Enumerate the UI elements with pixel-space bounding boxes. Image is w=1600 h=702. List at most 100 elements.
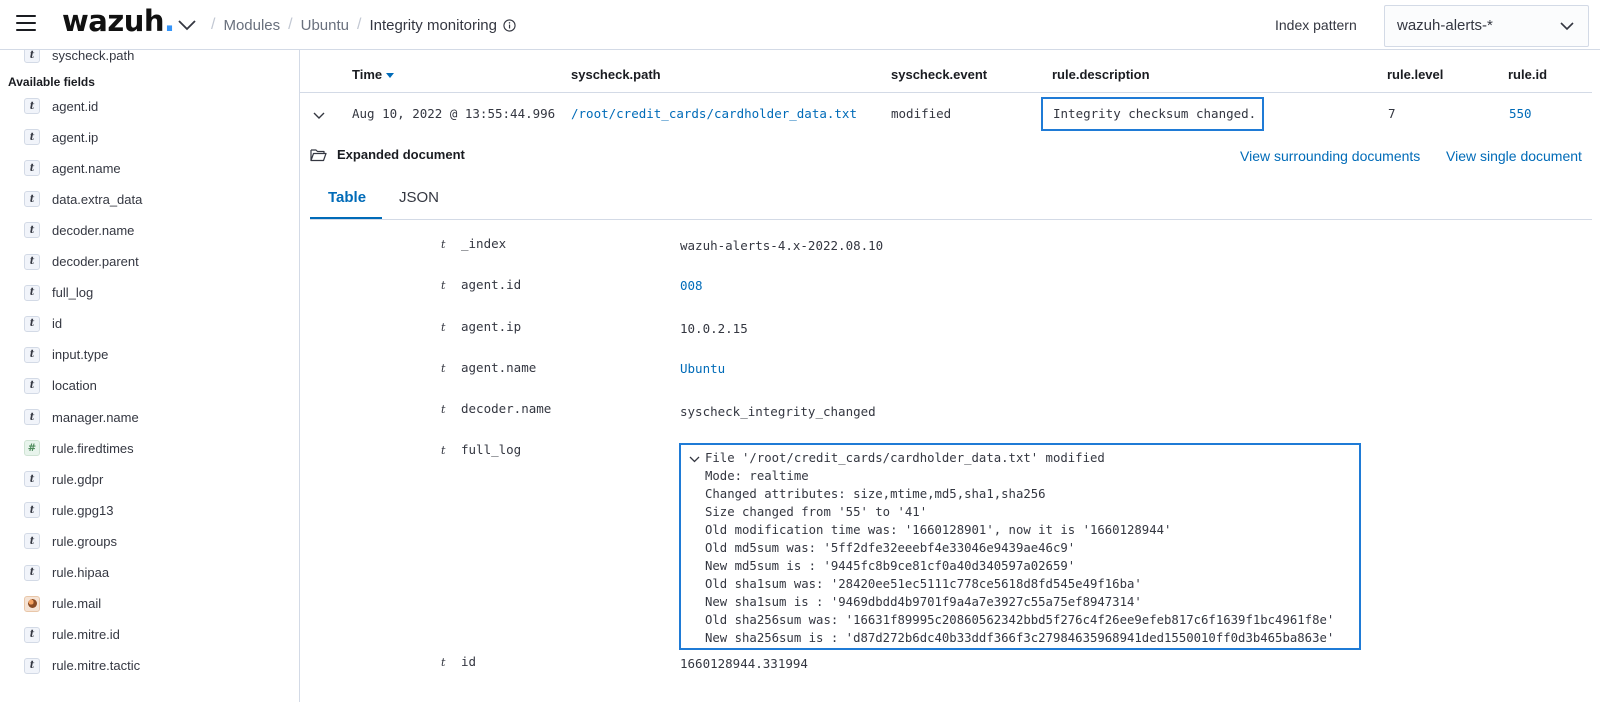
full-log-lines: File '/root/credit_cards/cardholder_data… <box>687 449 1359 647</box>
field-item[interactable]: t agent.name <box>24 157 121 179</box>
breadcrumb-modules[interactable]: Modules <box>223 17 280 34</box>
field-item[interactable]: t decoder.parent <box>24 251 139 273</box>
index-pattern-label: Index pattern <box>1275 17 1357 33</box>
column-header-rule-id[interactable]: rule.id <box>1508 67 1547 82</box>
field-item[interactable]: t data.extra_data <box>24 188 142 210</box>
full-log-line: Size changed from '55' to '41' <box>705 505 928 519</box>
cell-syscheck-path[interactable]: /root/credit_cards/cardholder_data.txt <box>571 106 857 121</box>
field-item[interactable]: t rule.gdpr <box>24 468 103 490</box>
field-name: location <box>52 378 97 394</box>
field-item[interactable]: t id <box>24 313 62 335</box>
doc-field-value: 10.0.2.15 <box>680 321 748 336</box>
doc-field-value: 1660128944.331994 <box>680 656 808 671</box>
tab-json[interactable]: JSON <box>399 189 439 206</box>
tab-table[interactable]: Table <box>328 189 366 206</box>
view-surrounding-documents-link[interactable]: View surrounding documents <box>1240 148 1420 164</box>
field-item[interactable]: t decoder.name <box>24 219 134 241</box>
column-header-rule-description[interactable]: rule.description <box>1052 67 1150 82</box>
string-type-icon: t <box>441 321 446 334</box>
chevron-down-icon[interactable] <box>176 14 198 36</box>
column-header-syscheck-path[interactable]: syscheck.path <box>571 67 661 82</box>
doc-field-value-link[interactable]: Ubuntu <box>680 361 725 376</box>
wazuh-logo[interactable]: wazuh. <box>62 4 175 38</box>
doc-field-value: syscheck_integrity_changed <box>680 404 876 419</box>
cell-time: Aug 10, 2022 @ 13:55:44.996 <box>352 106 556 121</box>
folder-open-icon <box>310 148 327 161</box>
field-item[interactable]: t agent.id <box>24 95 98 117</box>
field-item[interactable]: t full_log <box>24 282 93 304</box>
chevron-down-icon[interactable] <box>689 454 700 465</box>
field-name: rule.gpg13 <box>52 502 114 518</box>
document-tabs: Table JSON <box>310 174 1592 220</box>
view-single-document-link[interactable]: View single document <box>1446 148 1582 164</box>
full-log-line: Changed attributes: size,mtime,md5,sha1,… <box>705 487 1046 501</box>
string-type-icon: t <box>441 362 446 375</box>
full-log-line: New sha1sum is : '9469dbdd4b9701f9a4a7e3… <box>705 595 1142 609</box>
full-log-line: File '/root/credit_cards/cardholder_data… <box>705 451 1105 465</box>
string-type-icon: t <box>24 191 40 208</box>
doc-field-key: _index <box>461 236 507 251</box>
field-item[interactable]: t rule.groups <box>24 530 117 552</box>
doc-field-key: id <box>461 654 477 669</box>
string-type-icon: t <box>24 284 40 301</box>
string-type-icon: t <box>24 129 40 146</box>
field-item[interactable]: t manager.name <box>24 406 139 428</box>
expanded-document-header: Expanded document <box>310 147 465 162</box>
field-name: rule.hipaa <box>52 565 110 580</box>
doc-field-value: wazuh-alerts-4.x-2022.08.10 <box>680 238 884 253</box>
field-name: input.type <box>52 347 109 363</box>
doc-field-key: full_log <box>461 442 522 457</box>
field-sidebar: t syscheck.path Available fields t agent.… <box>0 50 300 702</box>
string-type-icon: t <box>24 160 40 177</box>
highlight-box-description <box>1041 97 1264 131</box>
collapse-row-icon[interactable] <box>312 108 326 122</box>
column-header-time[interactable]: Time <box>352 67 395 82</box>
cell-rule-id[interactable]: 550 <box>1509 106 1532 121</box>
field-item[interactable]: t rule.mitre.tactic <box>24 655 140 677</box>
field-item[interactable]: t rule.gpg13 <box>24 499 113 521</box>
string-type-icon: t <box>24 315 40 332</box>
info-icon[interactable] <box>503 18 516 32</box>
main-panel: Time syscheck.path syscheck.event rule.d… <box>300 50 1600 702</box>
field-name: decoder.parent <box>52 254 139 269</box>
field-item[interactable]: t agent.ip <box>24 126 98 148</box>
field-name: id <box>52 316 63 332</box>
string-type-icon: t <box>24 98 40 114</box>
full-log-line: Old sha256sum was: '16631f89995c20860562… <box>705 613 1335 627</box>
breadcrumb-agent[interactable]: Ubuntu <box>301 17 349 34</box>
string-type-icon: t <box>24 657 40 674</box>
string-type-icon: t <box>24 502 40 519</box>
field-item[interactable]: rule.mail <box>24 593 101 615</box>
string-type-icon: t <box>24 471 40 488</box>
full-log-line: Old md5sum was: '5ff2dfe32eeebf4e33046e9… <box>705 541 1076 555</box>
string-type-icon: t <box>441 444 446 457</box>
field-item[interactable]: t rule.mitre.id <box>24 624 120 646</box>
doc-field-value-link[interactable]: 008 <box>680 278 703 293</box>
field-item[interactable]: # rule.firedtimes <box>24 437 134 459</box>
cell-rule-level: 7 <box>1388 106 1396 121</box>
available-fields-title: Available fields <box>8 75 95 89</box>
field-name: rule.gdpr <box>52 471 104 487</box>
number-type-icon: # <box>24 440 40 457</box>
header-divider <box>300 92 1592 93</box>
field-name: agent.ip <box>52 129 99 145</box>
field-name: rule.mitre.id <box>52 627 120 643</box>
field-item[interactable]: t input.type <box>24 344 108 366</box>
string-type-icon: t <box>441 403 446 416</box>
selected-field[interactable]: t syscheck.path <box>24 50 134 66</box>
column-header-syscheck-event[interactable]: syscheck.event <box>891 67 987 82</box>
page-title: Integrity monitoring <box>369 16 497 34</box>
string-type-icon: t <box>24 409 40 425</box>
breadcrumb: / Modules / Ubuntu / Integrity monitorin… <box>203 16 516 34</box>
field-item[interactable]: t location <box>24 375 97 397</box>
index-pattern-select[interactable]: wazuh-alerts-* <box>1384 5 1589 47</box>
doc-field-key: decoder.name <box>461 401 552 416</box>
full-log-line: New md5sum is : '9445fc8b9ce81cf0a40d340… <box>705 559 1076 573</box>
field-item[interactable]: t rule.hipaa <box>24 562 109 584</box>
string-type-icon: t <box>24 533 40 550</box>
sort-descending-icon <box>386 73 395 78</box>
column-header-rule-level[interactable]: rule.level <box>1387 67 1443 82</box>
menu-icon[interactable] <box>16 15 36 33</box>
string-type-icon: t <box>441 279 446 292</box>
string-type-icon: t <box>24 564 40 581</box>
